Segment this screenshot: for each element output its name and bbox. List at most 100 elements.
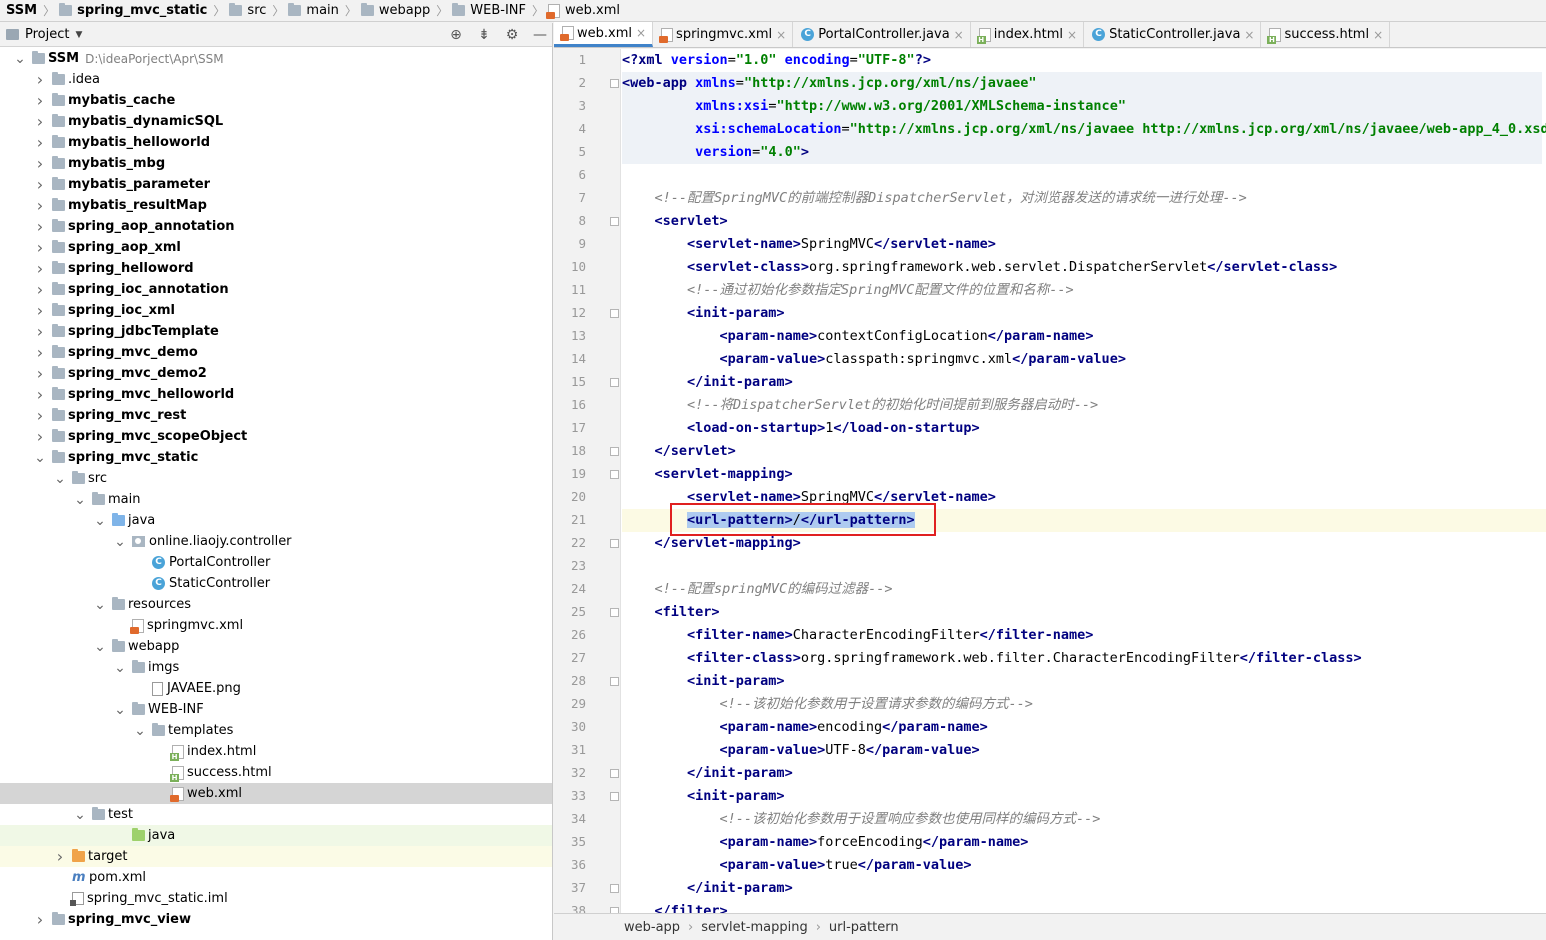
tree-row[interactable]: › spring_aop_xml <box>0 237 552 258</box>
close-icon[interactable]: × <box>1373 28 1383 42</box>
fold-marker-icon[interactable] <box>610 608 619 617</box>
fold-marker-icon[interactable] <box>610 309 619 318</box>
tree-row[interactable]: › spring_ioc_xml <box>0 300 552 321</box>
gear-icon[interactable]: ⚙ <box>504 27 520 43</box>
collapse-all-icon[interactable]: ⇟ <box>476 27 492 43</box>
tree-row[interactable]: success.html <box>0 762 552 783</box>
editor-tab[interactable]: C StaticController.java × <box>1084 22 1262 47</box>
chevron-right-icon[interactable]: › <box>34 154 46 173</box>
chevron-right-icon[interactable]: › <box>34 385 46 404</box>
editor-tab[interactable]: index.html× <box>971 22 1085 47</box>
tree-row[interactable]: › spring_mvc_rest <box>0 405 552 426</box>
fold-marker-icon[interactable] <box>610 539 619 548</box>
fold-marker-icon[interactable] <box>610 884 619 893</box>
tree-row[interactable]: › mybatis_parameter <box>0 174 552 195</box>
chevron-right-icon[interactable]: › <box>34 343 46 362</box>
tree-row[interactable]: › spring_mvc_scopeObject <box>0 426 552 447</box>
chevron-down-icon[interactable]: ⌄ <box>34 451 46 465</box>
chevron-right-icon[interactable]: › <box>34 322 46 341</box>
breadcrumb-item[interactable]: webapp <box>360 3 432 18</box>
project-view-selector[interactable]: Project <box>25 27 69 42</box>
chevron-down-icon[interactable]: ▼ <box>75 30 82 40</box>
chevron-down-icon[interactable]: ⌄ <box>74 808 86 822</box>
tree-row[interactable]: C StaticController <box>0 573 552 594</box>
tree-row[interactable]: › target <box>0 846 552 867</box>
chevron-right-icon[interactable]: › <box>34 427 46 446</box>
tree-row[interactable]: ⌄ WEB-INF <box>0 699 552 720</box>
chevron-right-icon[interactable]: › <box>34 133 46 152</box>
editor-tab[interactable]: springmvc.xml × <box>653 22 794 47</box>
tree-row[interactable]: web.xml <box>0 783 552 804</box>
xml-path-item[interactable]: web-app <box>624 920 680 935</box>
chevron-right-icon[interactable]: › <box>34 175 46 194</box>
breadcrumb-item[interactable]: main <box>288 3 340 18</box>
tree-row[interactable]: ⌄ spring_mvc_static <box>0 447 552 468</box>
chevron-right-icon[interactable]: › <box>34 196 46 215</box>
tree-row[interactable]: ⌄ resources <box>0 594 552 615</box>
xml-path-item[interactable]: url-pattern <box>829 920 899 935</box>
chevron-right-icon[interactable]: › <box>54 847 66 866</box>
chevron-down-icon[interactable]: ⌄ <box>114 703 126 717</box>
editor-tab[interactable]: success.html× <box>1261 22 1391 47</box>
tree-row[interactable]: ⌄ java <box>0 510 552 531</box>
tree-row[interactable]: ⌄ src <box>0 468 552 489</box>
tree-row[interactable]: › spring_jdbcTemplate <box>0 321 552 342</box>
chevron-down-icon[interactable]: ⌄ <box>134 724 146 738</box>
chevron-right-icon[interactable]: › <box>34 91 46 110</box>
tree-row[interactable]: › mybatis_resultMap <box>0 195 552 216</box>
breadcrumb-item[interactable]: spring_mvc_static <box>59 3 209 18</box>
chevron-down-icon[interactable]: ⌄ <box>74 493 86 507</box>
close-icon[interactable]: × <box>1244 28 1254 42</box>
chevron-down-icon[interactable]: ⌄ <box>94 514 106 528</box>
chevron-right-icon[interactable]: › <box>34 112 46 131</box>
tree-row[interactable]: ⌄ main <box>0 489 552 510</box>
code-editor[interactable]: 1 2 3 4 5 6 7 8 9 10 11 12 13 14 15 16 17 18 19 20 21 22 23 24 2… <box>554 49 1546 913</box>
chevron-down-icon[interactable]: ⌄ <box>114 661 126 675</box>
fold-marker-icon[interactable] <box>610 79 619 88</box>
tree-row[interactable]: ⌄ SSM D:\ideaPorject\Apr\SSM <box>0 48 552 69</box>
fold-marker-icon[interactable] <box>610 677 619 686</box>
tree-row[interactable]: › spring_helloword <box>0 258 552 279</box>
breadcrumb-item[interactable]: web.xml <box>546 3 622 19</box>
tree-row[interactable]: java <box>0 825 552 846</box>
close-icon[interactable]: × <box>954 28 964 42</box>
tree-row[interactable]: ⌄ online.liaojy.controller <box>0 531 552 552</box>
fold-marker-icon[interactable] <box>610 470 619 479</box>
tree-row[interactable]: JAVAEE.png <box>0 678 552 699</box>
locate-icon[interactable]: ⊕ <box>448 27 464 43</box>
fold-marker-icon[interactable] <box>610 378 619 387</box>
tree-row[interactable]: springmvc.xml <box>0 615 552 636</box>
tree-row[interactable]: m pom.xml <box>0 867 552 888</box>
chevron-right-icon[interactable]: › <box>34 301 46 320</box>
chevron-right-icon[interactable]: › <box>34 238 46 257</box>
fold-marker-icon[interactable] <box>610 792 619 801</box>
tree-row[interactable]: › mybatis_helloworld <box>0 132 552 153</box>
tree-row[interactable]: › spring_mvc_demo2 <box>0 363 552 384</box>
fold-marker-icon[interactable] <box>610 769 619 778</box>
tree-row[interactable]: ⌄ imgs <box>0 657 552 678</box>
chevron-right-icon[interactable]: › <box>34 406 46 425</box>
chevron-right-icon[interactable]: › <box>34 280 46 299</box>
fold-marker-icon[interactable] <box>610 217 619 226</box>
editor-tab[interactable]: web.xml × <box>554 22 654 47</box>
tree-row[interactable]: › spring_mvc_view <box>0 909 552 930</box>
tree-row[interactable]: › spring_ioc_annotation <box>0 279 552 300</box>
tree-row[interactable]: C PortalController <box>0 552 552 573</box>
tree-row[interactable]: › mybatis_mbg <box>0 153 552 174</box>
fold-marker-icon[interactable] <box>610 447 619 456</box>
tree-row[interactable]: › spring_aop_annotation <box>0 216 552 237</box>
code-area[interactable]: <?xml version="1.0" encoding="UTF-8"?> <w… <box>622 49 1546 913</box>
tree-row[interactable]: ⌄ webapp <box>0 636 552 657</box>
close-icon[interactable]: × <box>636 26 646 40</box>
tree-row[interactable]: › mybatis_cache <box>0 90 552 111</box>
close-icon[interactable]: × <box>1067 28 1077 42</box>
tree-row[interactable]: spring_mvc_static.iml <box>0 888 552 909</box>
close-icon[interactable]: × <box>776 28 786 42</box>
chevron-right-icon[interactable]: › <box>34 70 46 89</box>
chevron-right-icon[interactable]: › <box>34 364 46 383</box>
chevron-right-icon[interactable]: › <box>34 217 46 236</box>
editor-tab[interactable]: C PortalController.java × <box>793 22 971 47</box>
tree-row[interactable]: › .idea <box>0 69 552 90</box>
tree-row[interactable]: index.html <box>0 741 552 762</box>
chevron-down-icon[interactable]: ⌄ <box>114 535 126 549</box>
